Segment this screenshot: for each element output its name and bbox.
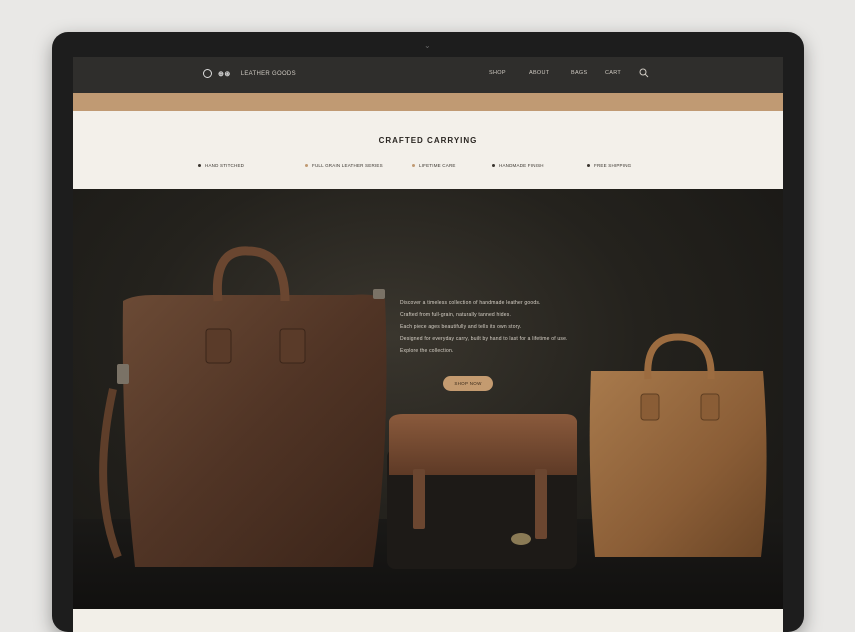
feature-item: FULL GRAIN LEATHER SERIES <box>305 163 383 168</box>
hero-line: Discover a timeless collection of handma… <box>400 300 541 306</box>
menu-item-cart[interactable]: CART <box>605 70 621 76</box>
hero-line: Explore the collection. <box>400 348 454 354</box>
messenger-bag <box>387 414 577 569</box>
footer-strip <box>73 609 783 632</box>
menu-item-bags[interactable]: BAGS <box>571 70 587 76</box>
bullet-icon <box>412 164 415 167</box>
feature-list: HAND STITCHED FULL GRAIN LEATHER SERIES … <box>73 163 783 173</box>
search-button[interactable] <box>639 68 649 78</box>
bullet-icon <box>305 164 308 167</box>
feature-item: FREE SHIPPING <box>587 163 631 168</box>
menu-item-shop[interactable]: SHOP <box>489 70 506 76</box>
bullet-icon <box>492 164 495 167</box>
device-frame: ⌄ ⊕⊛ LEATHER GOODS SHOP ABOUT BAGS CART <box>52 32 804 632</box>
feature-item: HANDMADE FINISH <box>492 163 544 168</box>
search-icon <box>639 68 649 78</box>
hero-line: Each piece ages beautifully and tells it… <box>400 324 522 330</box>
menu-item-about[interactable]: ABOUT <box>529 70 549 76</box>
hero-line: Crafted from full-grain, naturally tanne… <box>400 312 512 318</box>
bullet-icon <box>587 164 590 167</box>
bullet-icon <box>198 164 201 167</box>
brand-logo[interactable]: ⊕⊛ LEATHER GOODS <box>203 69 296 78</box>
top-navigation: ⊕⊛ LEATHER GOODS SHOP ABOUT BAGS CART <box>73 57 783 93</box>
section-title: CRAFTED CARRYING <box>378 136 478 145</box>
shop-now-button[interactable]: SHOP NOW <box>443 376 493 391</box>
leather-bags-illustration <box>99 246 767 569</box>
hero-section: Discover a timeless collection of handma… <box>73 189 783 609</box>
large-tote-bag <box>99 246 387 567</box>
accent-band <box>73 93 783 111</box>
feature-item: HAND STITCHED <box>198 163 244 168</box>
feature-item: LIFETIME CARE <box>412 163 456 168</box>
logo-mark: ⊕⊛ <box>218 70 231 78</box>
brand-name: LEATHER GOODS <box>240 70 296 77</box>
tan-tote-bag <box>589 333 767 557</box>
hero-copy: Discover a timeless collection of handma… <box>400 297 610 357</box>
website-screen: ⊕⊛ LEATHER GOODS SHOP ABOUT BAGS CART CR… <box>73 57 783 632</box>
logo-icon <box>203 69 212 78</box>
hero-line: Designed for everyday carry, built by ha… <box>400 336 568 342</box>
features-section: CRAFTED CARRYING HAND STITCHED FULL GRAI… <box>73 111 783 189</box>
camera-indicator: ⌄ <box>424 41 431 50</box>
